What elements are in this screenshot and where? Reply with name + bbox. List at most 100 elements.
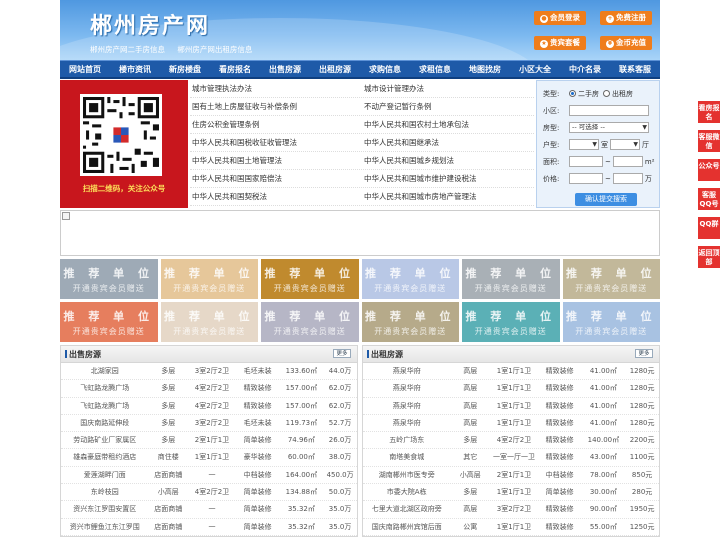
search-submit-button[interactable]: 确认提交搜索: [575, 193, 637, 206]
nav-want-buy[interactable]: 求购信息: [360, 61, 410, 77]
login-button[interactable]: ● 会员登录: [534, 11, 586, 25]
listing-name[interactable]: 国庆南路郴州宾馆后面: [363, 519, 450, 535]
recommended-unit-ad[interactable]: 推 荐 单 位开通贵宾会员赠送: [160, 259, 258, 299]
table-row[interactable]: 国庆南路延伸段 多层 3室2厅2卫 毛坯未装 119.73㎡ 52.7万: [61, 415, 357, 433]
table-row[interactable]: 七里大道北湖区政府旁 高层 3室2厅2卫 精致装修 90.00㎡ 1950元: [363, 501, 659, 519]
register-button[interactable]: + 免费注册: [600, 11, 652, 25]
nav-for-rent[interactable]: 出租房源: [310, 61, 360, 77]
policy-link[interactable]: 住房公积金管理条例: [190, 116, 362, 133]
listing-name[interactable]: 北湖家园: [61, 363, 148, 379]
hall-select[interactable]: ▼: [610, 139, 640, 150]
slogan-rent[interactable]: 郴州房产网出租房信息: [177, 45, 252, 54]
policy-link[interactable]: 中华人民共和国继承法: [362, 134, 534, 151]
listing-name[interactable]: 五岭广场东: [363, 432, 450, 448]
wechat-service-side-button[interactable]: 客服微信: [698, 130, 720, 152]
nav-viewing-signup[interactable]: 看房报名: [210, 61, 260, 77]
policy-link[interactable]: 城市管理执法办法: [190, 80, 362, 97]
nav-contact[interactable]: 联系客服: [610, 61, 660, 77]
slogan-sale[interactable]: 郴州房产网二手房信息: [90, 45, 165, 54]
radio-rental[interactable]: 出租房: [603, 89, 633, 99]
listing-name[interactable]: 飞虹路龙腾广场: [61, 380, 148, 396]
table-row[interactable]: 五岭广场东 多层 4室2厅2卫 精致装修 140.00㎡ 2200元: [363, 432, 659, 450]
price-min-input[interactable]: [569, 173, 603, 184]
listing-name[interactable]: 燕泉华府: [363, 398, 450, 414]
listing-name[interactable]: 资兴市鲤鱼江东江罗围: [61, 519, 148, 535]
area-max-input[interactable]: [612, 156, 643, 167]
table-row[interactable]: 雄森豪庭带租约酒店 商住楼 1室1厅1卫 豪华装修 60.00㎡ 38.0万: [61, 449, 357, 467]
qq-service-side-button[interactable]: 客服QQ号: [698, 188, 720, 210]
recommended-unit-ad[interactable]: 推 荐 单 位开通贵宾会员赠送: [361, 259, 459, 299]
listing-name[interactable]: 南塔美食城: [363, 449, 450, 465]
rent-more-button[interactable]: 更多: [635, 349, 653, 358]
recommended-unit-ad[interactable]: 推 荐 单 位开通贵宾会员赠送: [462, 302, 560, 342]
listing-name[interactable]: 雄森豪庭带租约酒店: [61, 449, 148, 465]
recommended-unit-ad[interactable]: 推 荐 单 位开通贵宾会员赠送: [261, 302, 359, 342]
listing-name[interactable]: 劳动路矿业厂家属区: [61, 432, 148, 448]
nav-new-homes[interactable]: 新房楼盘: [160, 61, 210, 77]
policy-link[interactable]: 中华人民共和国城市维护建设税法: [362, 170, 534, 187]
vip-package-button[interactable]: ★ 贵宾套餐: [534, 36, 586, 50]
policy-link[interactable]: 中华人民共和国国家赔偿法: [190, 170, 362, 187]
table-row[interactable]: 国庆南路郴州宾馆后面 公寓 1室1厅1卫 精致装修 55.00㎡ 1250元: [363, 519, 659, 536]
sale-more-button[interactable]: 更多: [333, 349, 351, 358]
listing-name[interactable]: 资兴东江罗围安置区: [61, 501, 148, 517]
table-row[interactable]: 湖南郴州市医专旁 小高层 2室1厅1卫 中档装修 78.00㎡ 850元: [363, 467, 659, 485]
official-account-side-button[interactable]: 公众号: [698, 159, 720, 181]
radio-second-hand[interactable]: 二手房: [569, 89, 599, 99]
nav-news[interactable]: 楼市资讯: [110, 61, 160, 77]
nav-map-search[interactable]: 地图找房: [460, 61, 510, 77]
listing-name[interactable]: 东岭枝园: [61, 484, 148, 500]
listing-name[interactable]: 飞虹路龙腾广场: [61, 398, 148, 414]
policy-link[interactable]: 不动产登记暂行条例: [362, 98, 534, 115]
recommended-unit-ad[interactable]: 推 荐 单 位开通贵宾会员赠送: [60, 302, 158, 342]
room-select[interactable]: ▼: [569, 139, 599, 150]
policy-link[interactable]: 城市设计管理办法: [362, 80, 534, 97]
qq-group-side-button[interactable]: QQ群: [698, 217, 720, 239]
nav-for-sale[interactable]: 出售房源: [260, 61, 310, 77]
table-row[interactable]: 劳动路矿业厂家属区 多层 2室1厅1卫 简单装修 74.96㎡ 26.0万: [61, 432, 357, 450]
price-max-input[interactable]: [612, 173, 643, 184]
table-row[interactable]: 资兴东江罗围安置区 店面商铺 一 简单装修 35.32㎡ 35.0万: [61, 501, 357, 519]
table-row[interactable]: 北湖家园 多层 3室2厅2卫 毛坯未装 133.60㎡ 44.0万: [61, 363, 357, 381]
listing-name[interactable]: 七里大道北湖区政府旁: [363, 501, 450, 517]
policy-link[interactable]: 中华人民共和国农村土地承包法: [362, 116, 534, 133]
recommended-unit-ad[interactable]: 推 荐 单 位开通贵宾会员赠送: [160, 302, 258, 342]
listing-name[interactable]: 燕泉华府: [363, 415, 450, 431]
listing-name[interactable]: 湖南郴州市医专旁: [363, 467, 450, 483]
community-input[interactable]: [569, 105, 649, 116]
table-row[interactable]: 爱莲湖畔门面 店面商铺 一 中档装修 164.00㎡ 450.0万: [61, 467, 357, 485]
table-row[interactable]: 燕泉华府 高层 1室1厅1卫 精致装修 41.00㎡ 1280元: [363, 380, 659, 398]
policy-link[interactable]: 中华人民共和国城乡规划法: [362, 152, 534, 169]
area-min-input[interactable]: [569, 156, 603, 167]
nav-want-rent[interactable]: 求租信息: [410, 61, 460, 77]
policy-link[interactable]: 中华人民共和国契税法: [190, 188, 362, 205]
recommended-unit-ad[interactable]: 推 荐 单 位开通贵宾会员赠送: [562, 259, 660, 299]
recommended-unit-ad[interactable]: 推 荐 单 位开通贵宾会员赠送: [60, 259, 158, 299]
recommended-unit-ad[interactable]: 推 荐 单 位开通贵宾会员赠送: [462, 259, 560, 299]
policy-link[interactable]: 中华人民共和国税收征收管理法: [190, 134, 362, 151]
table-row[interactable]: 燕泉华府 高层 1室1厅1卫 精致装修 41.00㎡ 1280元: [363, 398, 659, 415]
site-logo[interactable]: 郴州房产网: [90, 8, 210, 40]
recommended-unit-ad[interactable]: 推 荐 单 位开通贵宾会员赠送: [562, 302, 660, 342]
table-row[interactable]: 飞虹路龙腾广场 多层 4室2厅2卫 精致装修 157.00㎡ 62.0万: [61, 398, 357, 415]
table-row[interactable]: 飞虹路龙腾广场 多层 4室2厅2卫 精致装修 157.00㎡ 62.0万: [61, 380, 357, 398]
recommended-unit-ad[interactable]: 推 荐 单 位开通贵宾会员赠送: [361, 302, 459, 342]
listing-name[interactable]: 燕泉华府: [363, 363, 450, 379]
table-row[interactable]: 南塔美食城 其它 一室一厅一卫 精致装修 43.00㎡ 1100元: [363, 449, 659, 467]
housetype-select[interactable]: -- 可选择 -- ▼: [569, 122, 649, 133]
table-row[interactable]: 燕泉华府 高层 1室1厅1卫 精致装修 41.00㎡ 1280元: [363, 415, 659, 433]
listing-name[interactable]: 市委大院A栋: [363, 484, 450, 500]
table-row[interactable]: 东岭枝园 小高层 4室2厅2卫 简单装修 134.88㎡ 50.0万: [61, 484, 357, 502]
back-to-top-side-button[interactable]: 返回顶部: [698, 246, 720, 268]
policy-link[interactable]: 中华人民共和国土地管理法: [190, 152, 362, 169]
coin-recharge-button[interactable]: ¥ 金币充值: [600, 36, 652, 50]
recommended-unit-ad[interactable]: 推 荐 单 位开通贵宾会员赠送: [261, 259, 359, 299]
table-row[interactable]: 资兴市鲤鱼江东江罗围 店面商铺 一 简单装修 35.32㎡ 35.0万: [61, 519, 357, 536]
policy-link[interactable]: 国有土地上房屋征收与补偿条例: [190, 98, 362, 115]
listing-name[interactable]: 爱莲湖畔门面: [61, 467, 148, 483]
listing-name[interactable]: 燕泉华府: [363, 380, 450, 396]
nav-home[interactable]: 网站首页: [60, 61, 110, 77]
banner-image-placeholder[interactable]: [60, 210, 660, 256]
listing-name[interactable]: 国庆南路延伸段: [61, 415, 148, 431]
nav-agents[interactable]: 中介名录: [560, 61, 610, 77]
